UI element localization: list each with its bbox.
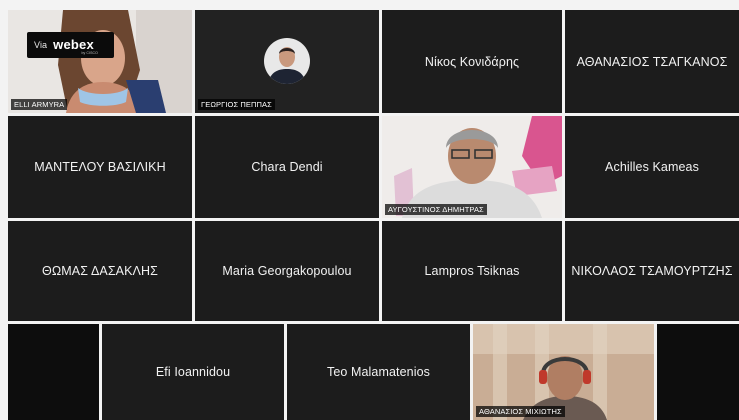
participant-tile-nikos[interactable]: Νίκος Κονιδάρης: [382, 10, 562, 113]
participant-name: ΜΑΝΤΕΛΟΥ ΒΑΣΙΛΙΚΗ: [34, 160, 166, 174]
webex-badge: Via webex by CISCO: [27, 32, 114, 58]
participant-tile-achilles[interactable]: Achilles Kameas: [565, 116, 739, 218]
participant-label: ΓΕΩΡΓΙΟΣ ΠΕΠΠΑΣ: [198, 99, 275, 110]
avatar: [264, 38, 310, 84]
participant-name: ΝΙΚΟΛΑΟΣ ΤΣΑΜΟΥΡΤΖΗΣ: [571, 264, 733, 278]
participant-name: ΑΘΑΝΑΣΙΟΣ ΤΣΑΓΚΑΝΟΣ: [576, 54, 728, 69]
participant-name: Teo Malamatenios: [326, 365, 431, 379]
participant-name: Lampros Tsiknas: [424, 264, 520, 278]
participant-tile-lampros[interactable]: Lampros Tsiknas: [382, 221, 562, 321]
participant-label: ΑΘΑΝΑΣΙΟΣ ΜΙΧΙΩΤΗΣ: [476, 406, 565, 417]
participant-name: Chara Dendi: [251, 160, 323, 174]
badge-via: Via: [34, 40, 48, 50]
participant-tile-athanasios-m[interactable]: ΑΘΑΝΑΣΙΟΣ ΜΙΧΙΩΤΗΣ: [473, 324, 654, 420]
participant-tile-mantelou[interactable]: ΜΑΝΤΕΛΟΥ ΒΑΣΙΛΙΚΗ: [8, 116, 192, 218]
participant-tile-athanasios-t[interactable]: ΑΘΑΝΑΣΙΟΣ ΤΣΑΓΚΑΝΟΣ: [565, 10, 739, 113]
participant-tile-maria[interactable]: Maria Georgakopoulou: [195, 221, 379, 321]
video-grid: Via webex by CISCO ELLI ARMYRA ΓΕΩΡΓΙΟΣ …: [0, 0, 739, 420]
participant-label: ΑΥΓΟΥΣΤΙΝΟΣ ΔΗΜΗΤΡΑΣ: [385, 204, 487, 215]
grid-filler-right: [657, 324, 739, 420]
participant-tile-avgoustinos[interactable]: ΑΥΓΟΥΣΤΙΝΟΣ ΔΗΜΗΤΡΑΣ: [382, 116, 562, 218]
participant-tile-chara[interactable]: Chara Dendi: [195, 116, 379, 218]
participant-label: ELLI ARMYRA: [11, 99, 68, 110]
participant-name: Maria Georgakopoulou: [222, 264, 352, 278]
participant-name: Νίκος Κονιδάρης: [424, 54, 520, 69]
participant-name: Achilles Kameas: [605, 160, 699, 174]
participant-name: Efi Ioannidou: [155, 365, 231, 379]
participant-tile-thomas[interactable]: ΘΩΜΑΣ ΔΑΣΑΚΛΗΣ: [8, 221, 192, 321]
grid-filler-left: [8, 324, 99, 420]
webex-logo: webex: [53, 37, 94, 52]
participant-tile-georgios[interactable]: ΓΕΩΡΓΙΟΣ ΠΕΠΠΑΣ: [195, 10, 379, 113]
participant-name: ΘΩΜΑΣ ΔΑΣΑΚΛΗΣ: [42, 264, 158, 278]
participant-video-elli: [8, 10, 192, 113]
badge-sub: by CISCO: [81, 51, 98, 55]
participant-video-avgoustinos: [382, 116, 562, 218]
participant-tile-teo[interactable]: Teo Malamatenios: [287, 324, 470, 420]
participant-tile-efi[interactable]: Efi Ioannidou: [102, 324, 284, 420]
participant-tile-elli[interactable]: Via webex by CISCO ELLI ARMYRA: [8, 10, 192, 113]
participant-tile-nikolaos[interactable]: ΝΙΚΟΛΑΟΣ ΤΣΑΜΟΥΡΤΖΗΣ: [565, 221, 739, 321]
